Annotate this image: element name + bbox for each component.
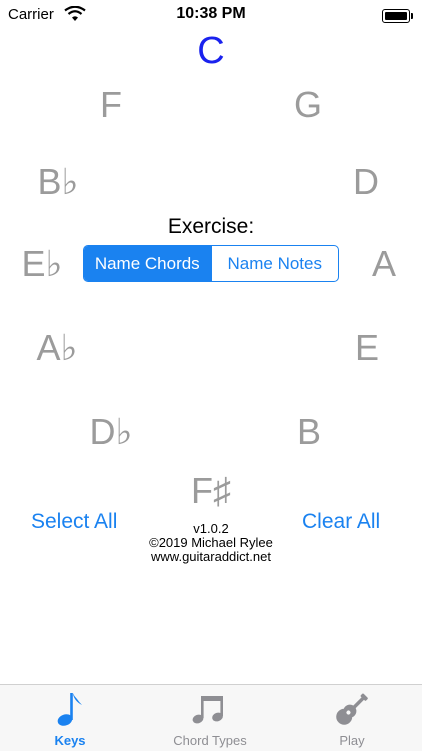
segment-name-chords[interactable]: Name Chords <box>84 246 211 281</box>
key-b-flat[interactable]: B♭ <box>38 161 79 203</box>
battery-icon <box>382 9 413 23</box>
exercise-segmented-control: Name Chords Name Notes <box>83 245 339 282</box>
key-e[interactable]: E <box>355 327 379 369</box>
tab-chord-types[interactable]: Chord Types <box>140 685 280 751</box>
key-d-flat[interactable]: D♭ <box>90 411 133 453</box>
current-key: C <box>197 30 225 72</box>
exercise-title: Exercise: <box>167 215 255 238</box>
key-f-sharp[interactable]: F♯ <box>191 470 231 512</box>
tab-play-label: Play <box>339 733 365 748</box>
tab-keys-label: Keys <box>54 733 86 748</box>
version-label: v1.0.2 <box>193 521 229 536</box>
key-b[interactable]: B <box>297 411 321 453</box>
tab-chord-types-label: Chord Types <box>173 733 247 748</box>
status-bar: Carrier 10:38 PM <box>0 0 422 30</box>
key-d[interactable]: D <box>353 161 379 203</box>
tab-bar: Keys Chord Types Play <box>0 684 422 751</box>
key-f[interactable]: F <box>100 84 122 126</box>
website-label: www.guitaraddict.net <box>151 549 271 564</box>
guitar-icon <box>333 687 371 731</box>
beamed-notes-icon <box>192 687 228 731</box>
key-a[interactable]: A <box>372 243 396 285</box>
copyright-label: ©2019 Michael Rylee <box>149 535 273 550</box>
tab-play[interactable]: Play <box>282 685 422 751</box>
key-a-flat[interactable]: A♭ <box>37 327 78 369</box>
eighth-note-icon <box>55 687 85 731</box>
tab-keys[interactable]: Keys <box>0 685 140 751</box>
segment-name-notes[interactable]: Name Notes <box>210 246 339 281</box>
key-e-flat[interactable]: E♭ <box>22 243 63 285</box>
clock: 10:38 PM <box>176 5 246 22</box>
key-g[interactable]: G <box>294 84 322 126</box>
